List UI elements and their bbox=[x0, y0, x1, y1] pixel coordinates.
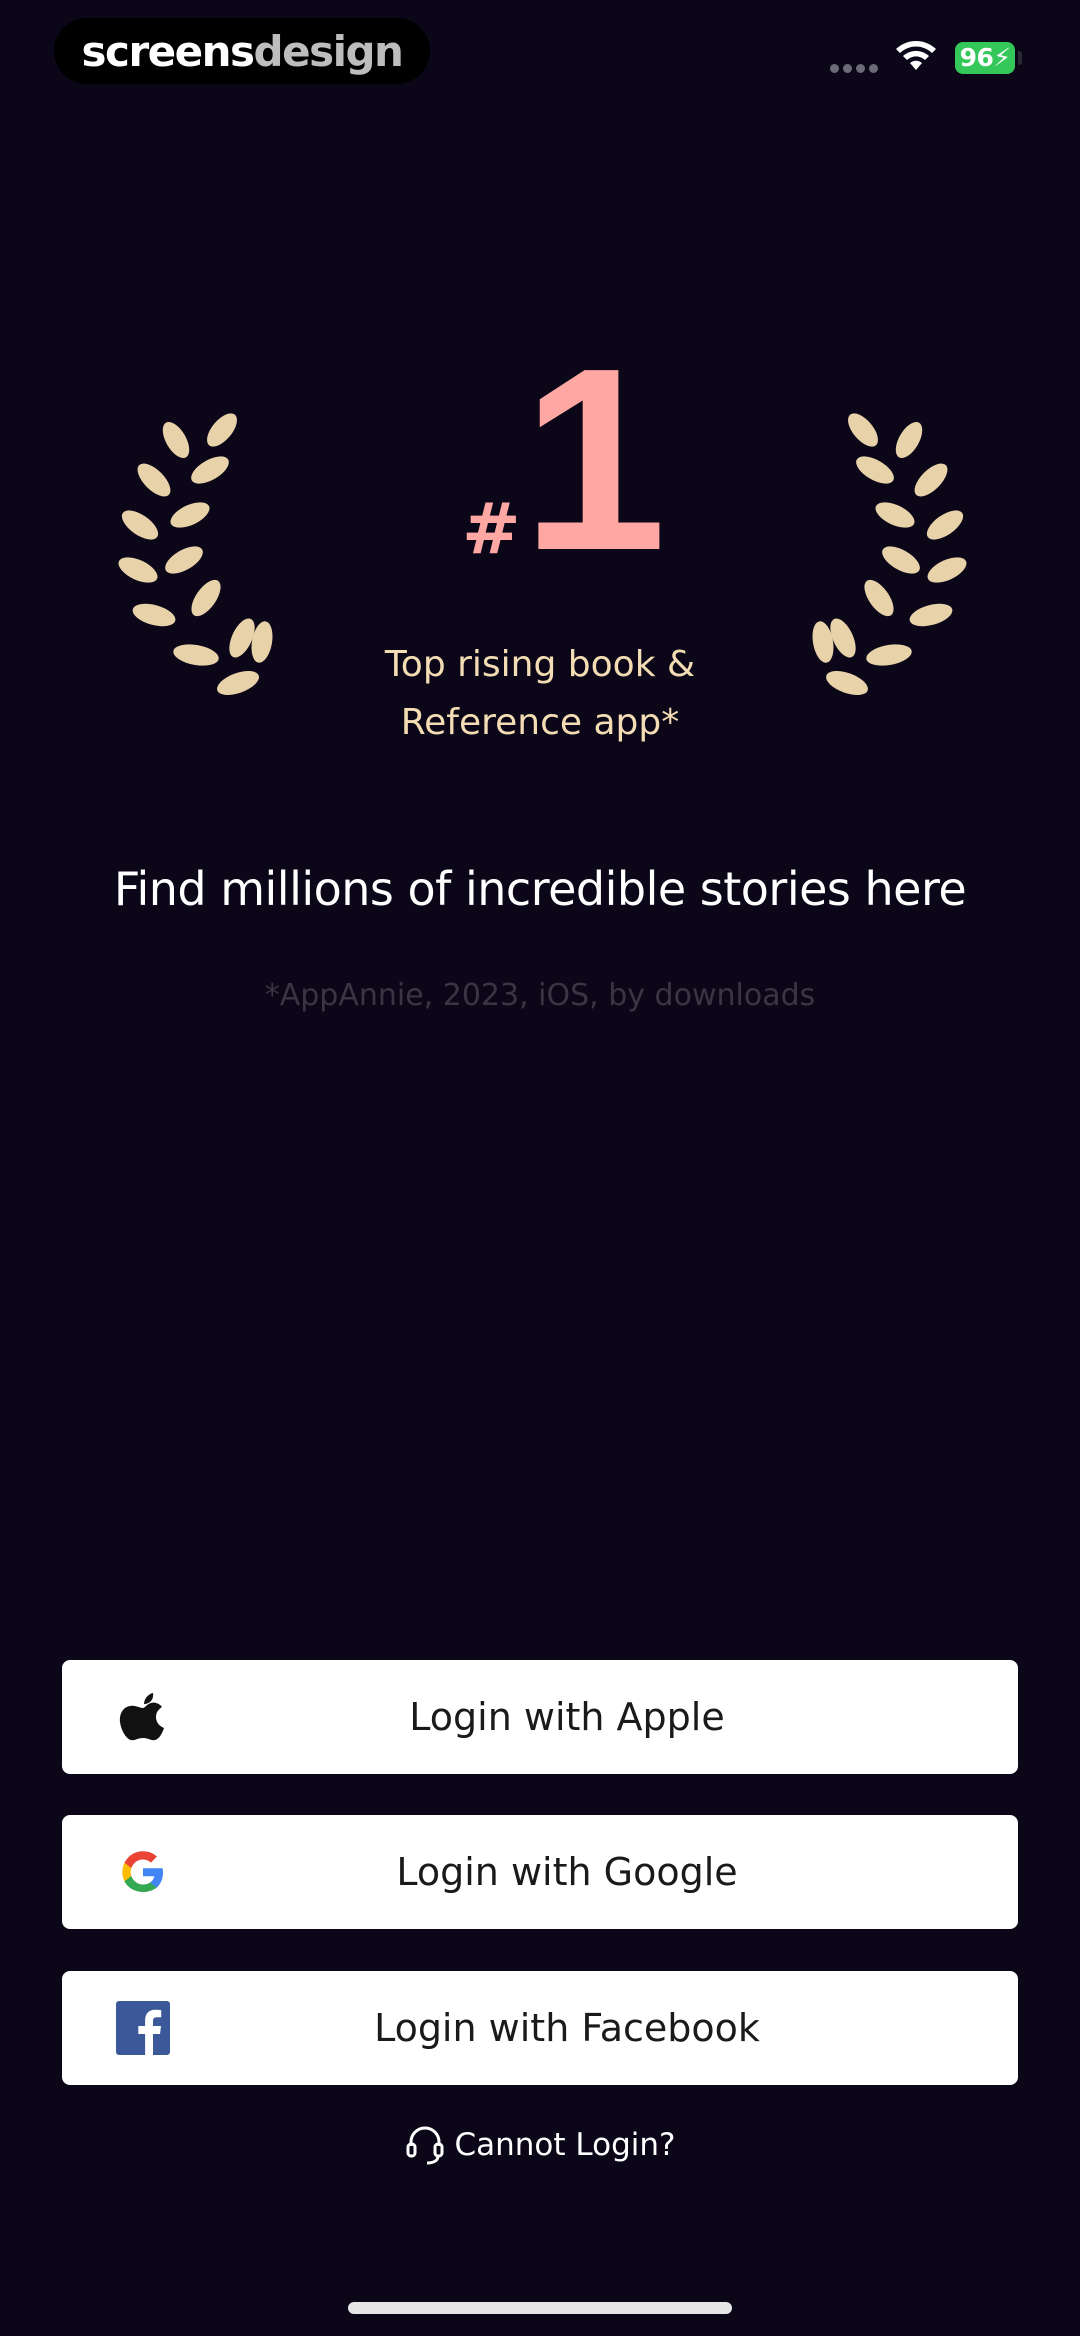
award-hash: # bbox=[462, 488, 521, 570]
watermark-part2: design bbox=[253, 26, 404, 76]
google-icon bbox=[122, 1851, 163, 1892]
source-note: *AppAnnie, 2023, iOS, by downloads bbox=[264, 978, 816, 1013]
battery-charging-icon: 96⚡ bbox=[955, 42, 1015, 74]
award-caption: Top rising book & Reference app* bbox=[290, 636, 790, 752]
login-facebook-button[interactable]: Login with Facebook bbox=[62, 1971, 1018, 2085]
battery-tip bbox=[1018, 51, 1022, 65]
watermark-part1: screens bbox=[81, 26, 255, 76]
headline: Find millions of incredible stories here bbox=[113, 862, 967, 916]
laurel-right-icon bbox=[812, 413, 967, 696]
screensdesign-watermark: screens design bbox=[54, 18, 430, 84]
laurel-left-icon bbox=[118, 413, 273, 696]
signal-dots-icon bbox=[830, 64, 878, 73]
login-google-label: Login with Google bbox=[396, 1850, 738, 1894]
apple-icon bbox=[119, 1693, 164, 1741]
headset-icon bbox=[406, 2126, 443, 2165]
wifi-icon bbox=[896, 41, 936, 70]
award-rank: 1 bbox=[522, 315, 667, 605]
facebook-icon bbox=[116, 2001, 170, 2055]
award-caption-line2: Reference app* bbox=[400, 702, 680, 743]
login-apple-label: Login with Apple bbox=[409, 1695, 725, 1739]
cannot-login-link[interactable]: Cannot Login? bbox=[0, 2124, 1080, 2166]
login-facebook-label: Login with Facebook bbox=[374, 2006, 760, 2050]
login-google-button[interactable]: Login with Google bbox=[62, 1815, 1018, 1929]
home-indicator[interactable] bbox=[348, 2302, 732, 2314]
login-apple-button[interactable]: Login with Apple bbox=[62, 1660, 1018, 1774]
award-caption-line1: Top rising book & bbox=[384, 644, 696, 685]
battery-level: 96 bbox=[959, 43, 994, 72]
cannot-login-label: Cannot Login? bbox=[454, 2127, 676, 2163]
